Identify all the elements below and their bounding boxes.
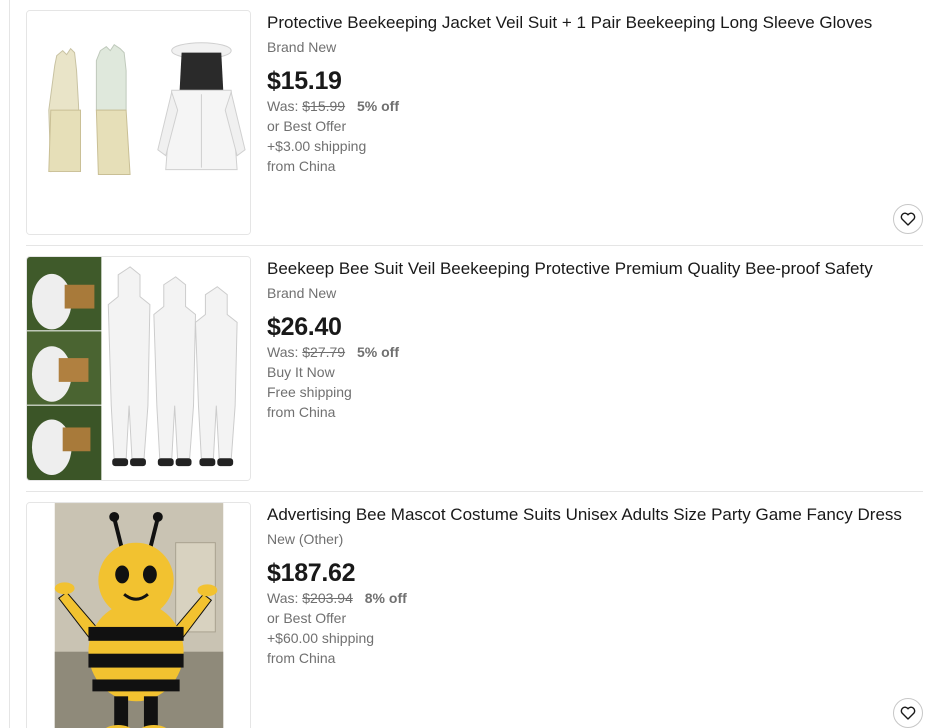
- shipping-cost: +$3.00 shipping: [267, 138, 367, 154]
- listing-image[interactable]: [26, 256, 251, 481]
- listing-image[interactable]: [26, 10, 251, 235]
- bee-mascot-image: [27, 503, 250, 728]
- shipping-cost: +$60.00 shipping: [267, 630, 375, 646]
- heart-icon: [900, 706, 916, 720]
- listing-image[interactable]: [26, 502, 251, 728]
- listing-item: Advertising Bee Mascot Costume Suits Uni…: [26, 492, 923, 728]
- purchase-option: or Best Offer: [267, 118, 347, 134]
- listing-price: $26.40: [267, 313, 342, 341]
- was-label: Was:: [267, 98, 299, 114]
- listing-item: Protective Beekeeping Jacket Veil Suit +…: [26, 0, 923, 246]
- listing-title[interactable]: Protective Beekeeping Jacket Veil Suit +…: [267, 12, 923, 34]
- listing-price: $15.19: [267, 67, 342, 95]
- item-location: from China: [267, 404, 336, 420]
- listing-item: Beekeep Bee Suit Veil Beekeeping Protect…: [26, 246, 923, 492]
- listing-condition: Brand New: [267, 285, 337, 301]
- listing-condition: Brand New: [267, 39, 337, 55]
- watch-button[interactable]: [893, 698, 923, 728]
- search-results: Protective Beekeeping Jacket Veil Suit +…: [0, 0, 938, 728]
- heart-icon: [900, 212, 916, 226]
- purchase-option: or Best Offer: [267, 610, 347, 626]
- was-price-row: Was: $15.99 5% off: [267, 96, 923, 116]
- listing-price: $187.62: [267, 559, 356, 587]
- original-price: $203.94: [302, 590, 353, 606]
- original-price: $27.79: [302, 344, 346, 360]
- listing-title[interactable]: Beekeep Bee Suit Veil Beekeeping Protect…: [267, 258, 923, 280]
- beekeeping-jacket-gloves-image: [27, 11, 250, 234]
- was-price-row: Was: $27.79 5% off: [267, 342, 923, 362]
- item-location: from China: [267, 650, 336, 666]
- watch-button[interactable]: [893, 204, 923, 234]
- was-label: Was:: [267, 590, 299, 606]
- divider: [9, 0, 10, 728]
- bee-suit-image: [27, 257, 250, 480]
- purchase-option: Buy It Now: [267, 364, 335, 380]
- discount-badge: 8% off: [364, 590, 407, 606]
- item-location: from China: [267, 158, 336, 174]
- original-price: $15.99: [302, 98, 346, 114]
- was-price-row: Was: $203.94 8% off: [267, 588, 923, 608]
- was-label: Was:: [267, 344, 299, 360]
- shipping-cost: Free shipping: [267, 384, 352, 400]
- discount-badge: 5% off: [356, 344, 399, 360]
- listing-title[interactable]: Advertising Bee Mascot Costume Suits Uni…: [267, 504, 923, 526]
- discount-badge: 5% off: [356, 98, 399, 114]
- listing-condition: New (Other): [267, 531, 344, 547]
